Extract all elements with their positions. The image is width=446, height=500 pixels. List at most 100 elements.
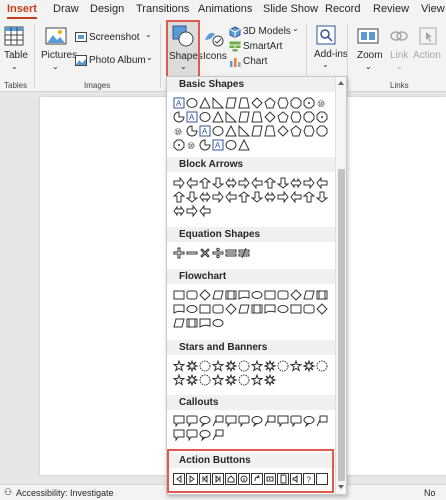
shape-item[interactable] xyxy=(212,125,224,137)
shape-item[interactable] xyxy=(316,177,328,189)
shape-item[interactable] xyxy=(225,415,237,427)
shape-item[interactable] xyxy=(225,289,237,301)
shape-item[interactable] xyxy=(277,177,289,189)
tab-view[interactable]: View xyxy=(421,3,445,15)
shape-item[interactable] xyxy=(199,303,211,315)
shape-item[interactable] xyxy=(290,303,302,315)
shape-item[interactable] xyxy=(212,97,224,109)
shape-item[interactable] xyxy=(251,415,263,427)
shape-item[interactable] xyxy=(225,97,237,109)
shape-item[interactable] xyxy=(238,191,250,203)
shape-item[interactable] xyxy=(173,360,185,372)
shape-item[interactable] xyxy=(199,374,211,386)
shape-item[interactable] xyxy=(173,111,185,123)
shape-item[interactable] xyxy=(186,289,198,301)
shape-item[interactable]: ⑩ xyxy=(186,139,198,151)
shape-item[interactable] xyxy=(251,374,263,386)
shape-item[interactable]: A xyxy=(212,139,224,151)
shape-item[interactable] xyxy=(238,125,250,137)
shape-item[interactable] xyxy=(303,360,315,372)
shape-item[interactable] xyxy=(186,177,198,189)
shape-item[interactable] xyxy=(212,415,224,427)
shape-item[interactable] xyxy=(264,360,276,372)
shape-item[interactable] xyxy=(173,374,185,386)
shape-item[interactable] xyxy=(199,415,211,427)
shape-item[interactable] xyxy=(199,111,211,123)
shape-item[interactable] xyxy=(277,303,289,315)
shape-item[interactable] xyxy=(264,415,276,427)
shape-item[interactable]: A xyxy=(173,97,185,109)
shape-item[interactable] xyxy=(212,360,224,372)
shape-item[interactable] xyxy=(199,191,211,203)
shape-item[interactable] xyxy=(186,374,198,386)
shape-item[interactable] xyxy=(238,374,250,386)
shape-item[interactable] xyxy=(290,360,302,372)
shape-item[interactable] xyxy=(225,360,237,372)
shape-item[interactable] xyxy=(173,139,185,151)
shape-item[interactable] xyxy=(212,191,224,203)
shape-item[interactable] xyxy=(251,191,263,203)
shape-item[interactable] xyxy=(173,205,185,217)
shape-item[interactable]: ⑩ xyxy=(173,125,185,137)
shape-item[interactable] xyxy=(316,125,328,137)
shape-item[interactable] xyxy=(186,317,198,329)
shape-item[interactable] xyxy=(212,177,224,189)
shape-item[interactable] xyxy=(251,360,263,372)
shape-item[interactable] xyxy=(199,317,211,329)
shape-item[interactable] xyxy=(186,429,198,441)
tab-animations[interactable]: Animations xyxy=(198,3,252,15)
shape-item[interactable] xyxy=(290,97,302,109)
shape-item[interactable] xyxy=(225,247,237,259)
shape-item[interactable] xyxy=(264,97,276,109)
shape-item[interactable] xyxy=(303,415,315,427)
shape-item[interactable] xyxy=(251,177,263,189)
shape-item[interactable] xyxy=(290,191,302,203)
shape-item[interactable] xyxy=(186,191,198,203)
shape-item[interactable] xyxy=(264,191,276,203)
shape-item[interactable]: A xyxy=(186,111,198,123)
shape-item[interactable] xyxy=(316,289,328,301)
shape-item[interactable] xyxy=(199,289,211,301)
shape-item[interactable] xyxy=(173,177,185,189)
shape-item[interactable] xyxy=(173,415,185,427)
shape-item[interactable] xyxy=(186,205,198,217)
shape-item[interactable] xyxy=(303,289,315,301)
tab-record[interactable]: Record xyxy=(325,3,360,15)
tab-review[interactable]: Review xyxy=(373,3,409,15)
shape-item[interactable] xyxy=(290,415,302,427)
tab-insert[interactable]: Insert xyxy=(7,3,37,15)
shape-item[interactable]: A xyxy=(199,125,211,137)
shape-item[interactable] xyxy=(238,111,250,123)
shape-item[interactable] xyxy=(277,125,289,137)
shape-item[interactable] xyxy=(225,374,237,386)
shape-item[interactable] xyxy=(316,191,328,203)
shape-item[interactable] xyxy=(199,139,211,151)
shape-item[interactable] xyxy=(303,177,315,189)
shape-item[interactable] xyxy=(199,177,211,189)
shape-item[interactable] xyxy=(186,247,198,259)
shape-item[interactable] xyxy=(238,360,250,372)
shape-item[interactable] xyxy=(251,97,263,109)
shape-item[interactable] xyxy=(264,111,276,123)
shape-item[interactable] xyxy=(303,191,315,203)
shape-item[interactable] xyxy=(212,247,224,259)
shape-item[interactable] xyxy=(290,111,302,123)
shape-item[interactable] xyxy=(251,289,263,301)
scroll-up-arrow[interactable] xyxy=(338,81,344,85)
shape-item[interactable] xyxy=(225,191,237,203)
shape-item[interactable] xyxy=(238,247,250,259)
shape-item[interactable] xyxy=(290,125,302,137)
shape-item[interactable] xyxy=(212,289,224,301)
shape-item[interactable] xyxy=(303,303,315,315)
shape-item[interactable] xyxy=(264,303,276,315)
shape-item[interactable] xyxy=(277,191,289,203)
shape-item[interactable] xyxy=(173,303,185,315)
shape-item[interactable] xyxy=(264,374,276,386)
shape-item[interactable] xyxy=(173,247,185,259)
shape-item[interactable] xyxy=(290,289,302,301)
shape-item[interactable] xyxy=(199,360,211,372)
shape-item[interactable] xyxy=(186,360,198,372)
shape-item[interactable] xyxy=(251,111,263,123)
shape-item[interactable] xyxy=(238,177,250,189)
scroll-thumb[interactable] xyxy=(338,169,345,481)
